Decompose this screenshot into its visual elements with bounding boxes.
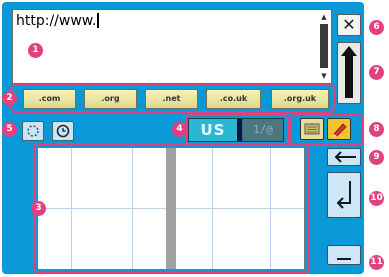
callout-marker: 10 (369, 191, 384, 206)
url-input[interactable]: http://www. ▲ ▼ (12, 9, 332, 84)
backspace-arrow-icon (334, 151, 356, 163)
settings-button[interactable] (22, 121, 44, 141)
callout-marker: 4 (172, 122, 187, 137)
handwriting-highlight (33, 143, 309, 274)
callout-marker: 11 (369, 255, 384, 270)
arrow-up-icon (341, 46, 357, 56)
close-icon: ✕ (342, 15, 356, 34)
space-bar-icon (337, 258, 351, 260)
callout-marker: 3 (31, 201, 46, 216)
space-button[interactable] (327, 245, 361, 265)
sparkle-icon (27, 125, 39, 137)
enter-arrow-icon (336, 181, 351, 209)
close-button[interactable]: ✕ (337, 14, 361, 36)
callout-marker: 6 (369, 20, 384, 35)
clock-icon (56, 124, 70, 138)
backspace-button[interactable] (327, 148, 361, 166)
enter-button[interactable] (327, 172, 361, 218)
callout-marker: 7 (369, 65, 384, 80)
scroll-bar-icon (345, 56, 353, 98)
text-caret (97, 13, 100, 28)
callout-marker: 8 (369, 122, 384, 137)
url-input-text: http://www. (16, 13, 100, 29)
scroll-button[interactable] (337, 42, 361, 104)
domain-row-highlight (10, 84, 335, 113)
scroll-thumb[interactable] (320, 24, 328, 68)
input-method-highlight (290, 114, 364, 146)
scroll-up-icon[interactable]: ▲ (319, 12, 329, 22)
callout-marker: 2 (2, 91, 17, 106)
url-scrollbar[interactable]: ▲ ▼ (319, 12, 329, 81)
callout-marker: 1 (28, 43, 43, 58)
history-button[interactable] (52, 121, 74, 141)
callout-marker: 9 (369, 150, 384, 165)
callout-marker: 5 (2, 122, 17, 137)
language-highlight (185, 114, 289, 146)
scroll-down-icon[interactable]: ▼ (319, 71, 329, 81)
